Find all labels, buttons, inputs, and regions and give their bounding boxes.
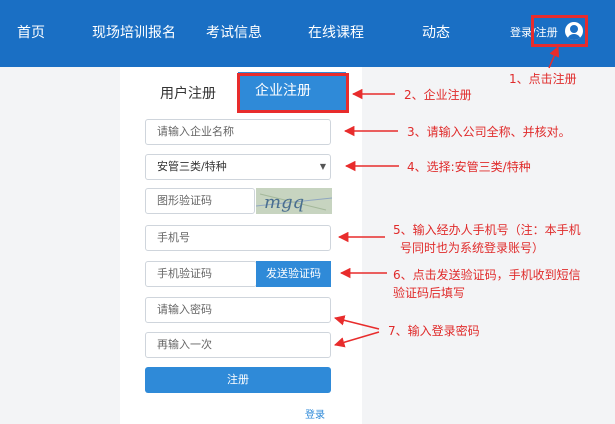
page: 首页 现场培训报名 考试信息 在线课程 动态 登录/注册 用户注册 企业注册 请…: [0, 0, 615, 424]
annotation-step6-line1: 6、点击发送验证码，手机收到短信: [393, 268, 581, 282]
annotation-step7: 7、输入登录密码: [388, 324, 480, 338]
arrow-step7b: [333, 331, 380, 348]
annotation-arrows: [333, 46, 560, 348]
annotation-step2: 2、企业注册: [404, 88, 472, 102]
annotation-step3: 3、请输入公司全称、并核对。: [407, 125, 571, 139]
arrow-step7a: [333, 315, 380, 330]
annotation-step6-line2: 验证码后填写: [393, 286, 466, 300]
annotation-step5-line2: 号同时也为系统登录账号）: [400, 241, 545, 255]
annotation-step1: 1、点击注册: [509, 72, 577, 86]
arrow-step1: [548, 46, 560, 69]
annotation-step5-line1: 5、输入经办人手机号（注：本手机: [393, 223, 581, 237]
annotation-step4: 4、选择:安管三类/特种: [407, 160, 531, 174]
